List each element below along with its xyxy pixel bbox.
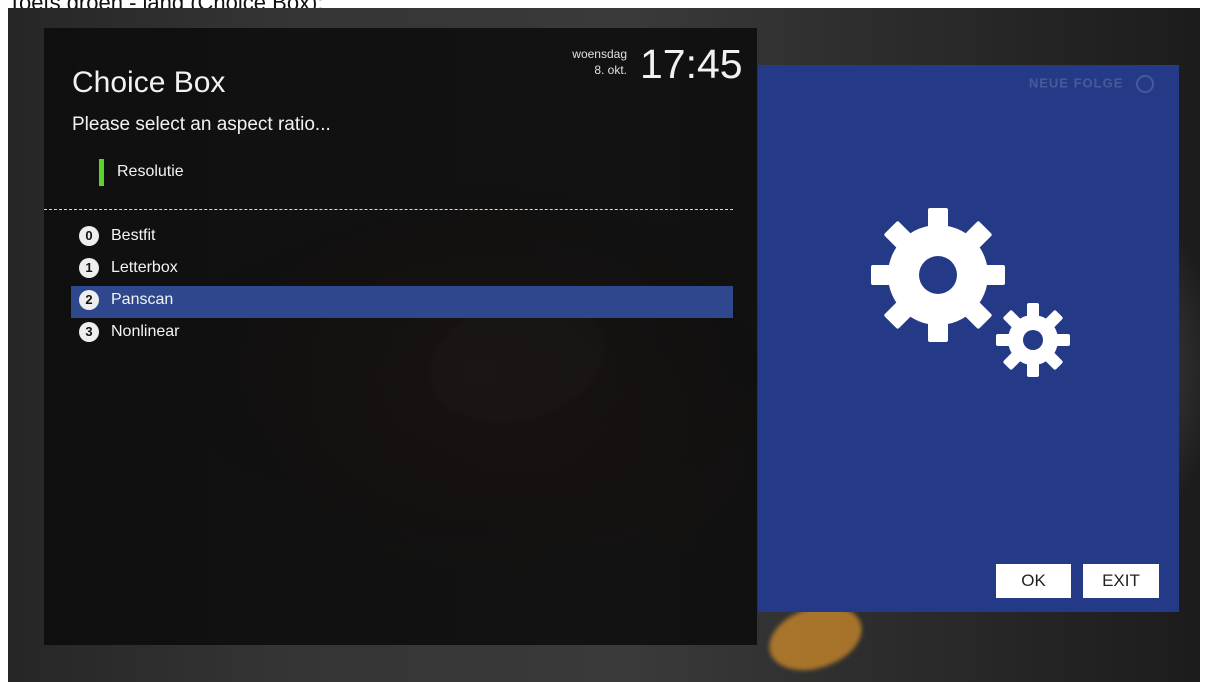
section-label: Resolutie	[117, 163, 184, 180]
channel-watermark: NEUE FOLGE	[1029, 75, 1154, 93]
settings-preview-panel: NEUE FOLGE OK EXIT	[758, 65, 1179, 612]
page-title: Choice Box	[72, 66, 226, 99]
date-time: woensdag 8. okt. 17:45	[536, 41, 751, 97]
choice-number-icon: 1	[79, 258, 99, 278]
large-gear-hole	[919, 256, 957, 294]
choice-item-panscan[interactable]: 2 Panscan	[71, 286, 733, 318]
page: Toets groen - lang (Choice Box): Choice …	[0, 0, 1208, 682]
section-divider	[44, 209, 733, 210]
ok-button[interactable]: OK	[996, 564, 1071, 598]
instruction-text: Please select an aspect ratio...	[72, 114, 331, 135]
time-label: 17:45	[640, 41, 743, 87]
choice-number-icon: 2	[79, 290, 99, 310]
choice-label: Bestfit	[111, 227, 156, 244]
date-block: woensdag 8. okt.	[536, 46, 627, 78]
choice-label: Panscan	[111, 291, 174, 308]
choice-label: Nonlinear	[111, 323, 180, 340]
choice-label: Letterbox	[111, 259, 178, 276]
watermark-logo-icon	[1136, 75, 1154, 93]
exit-button[interactable]: EXIT	[1083, 564, 1159, 598]
gears-icon	[871, 208, 1070, 377]
choice-list: 0 Bestfit 1 Letterbox 2 Panscan 3 Nonlin…	[71, 222, 733, 350]
small-gear-hole	[1023, 330, 1043, 350]
choice-item-bestfit[interactable]: 0 Bestfit	[71, 222, 733, 254]
date-label: 8. okt.	[594, 63, 627, 77]
choice-number-icon: 3	[79, 322, 99, 342]
choice-item-nonlinear[interactable]: 3 Nonlinear	[71, 318, 733, 350]
weekday-label: woensdag	[572, 47, 627, 61]
choice-box-panel: Choice Box woensdag 8. okt. 17:45 Please…	[44, 28, 757, 645]
tv-screen: Choice Box woensdag 8. okt. 17:45 Please…	[8, 8, 1200, 682]
watermark-label: NEUE FOLGE	[1028, 75, 1124, 91]
choice-item-letterbox[interactable]: 1 Letterbox	[71, 254, 733, 286]
section-marker	[99, 159, 104, 186]
choice-number-icon: 0	[79, 226, 99, 246]
